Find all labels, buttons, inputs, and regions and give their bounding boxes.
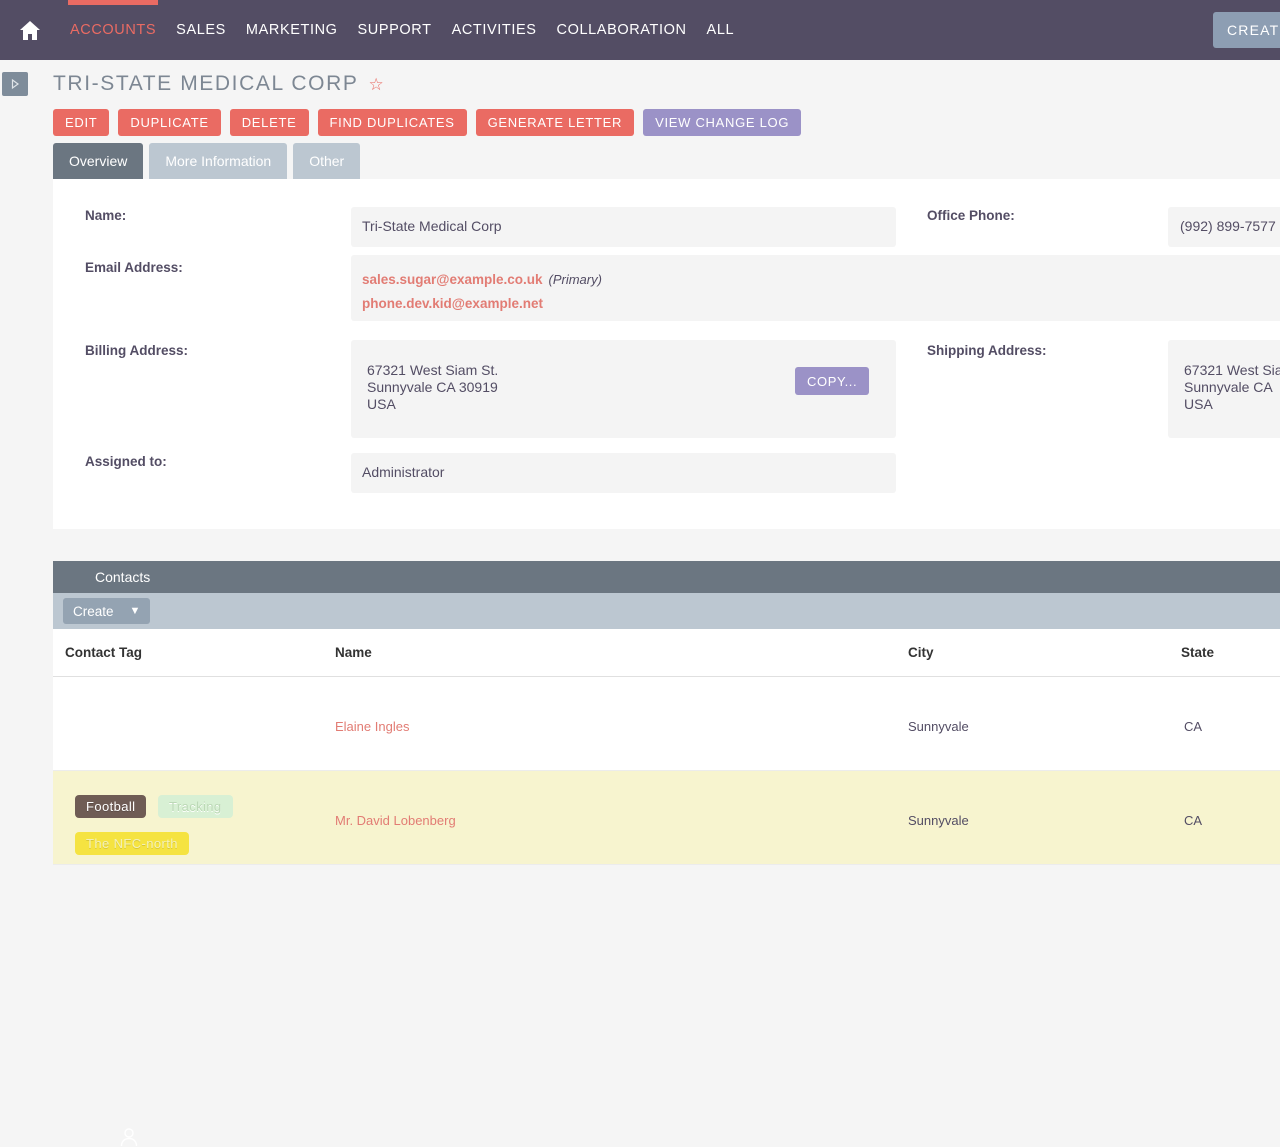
table-row[interactable]: Football Tracking The NFC-north Mr. Davi… bbox=[53, 771, 1280, 865]
office-phone-field-label: Office Phone: bbox=[927, 208, 1015, 223]
contact-name-cell: Elaine Ingles bbox=[335, 719, 409, 734]
nav-item-label: MARKETING bbox=[245, 22, 338, 38]
duplicate-button[interactable]: DUPLICATE bbox=[118, 109, 221, 136]
chevron-down-icon: ▼ bbox=[129, 605, 141, 617]
edit-button-label: EDIT bbox=[65, 115, 98, 130]
person-icon bbox=[120, 1128, 138, 1147]
office-phone-field-value-box[interactable]: (992) 899-7577 bbox=[1168, 207, 1280, 247]
assigned-to-field-label: Assigned to: bbox=[85, 454, 167, 469]
nav-item-activities[interactable]: ACTIVITIES bbox=[442, 0, 547, 60]
nav-item-label: ALL bbox=[706, 22, 735, 38]
name-field-value: Tri-State Medical Corp bbox=[362, 218, 502, 234]
nav-item-all[interactable]: ALL bbox=[697, 0, 745, 60]
tab-label: Other bbox=[309, 153, 345, 169]
email-secondary-row: phone.dev.kid@example.net bbox=[362, 295, 1280, 312]
nav-item-label: ACTIVITIES bbox=[451, 22, 537, 38]
column-header-city[interactable]: City bbox=[908, 645, 934, 660]
contacts-table-header-row: Contact Tag Name City State bbox=[53, 629, 1280, 677]
contact-state-cell: CA bbox=[1184, 813, 1203, 828]
contact-name-cell: Mr. David Lobenberg bbox=[335, 813, 456, 828]
contact-state-cell: CA bbox=[1184, 719, 1203, 734]
nav-item-label: COLLABORATION bbox=[556, 22, 687, 38]
nav-item-label: SALES bbox=[176, 22, 226, 38]
contacts-toolbar: Create ▼ bbox=[53, 593, 1280, 629]
contacts-subpanel-title: Contacts bbox=[95, 569, 151, 585]
email-field-label: Email Address: bbox=[85, 260, 183, 275]
create-button[interactable]: CREATE bbox=[1213, 12, 1280, 48]
billing-address-field-value: 67321 West Siam St. Sunnyvale CA 30919 U… bbox=[367, 362, 499, 412]
home-icon-glyph bbox=[20, 20, 40, 40]
sidebar-expand-toggle[interactable] bbox=[2, 72, 28, 96]
home-icon[interactable] bbox=[0, 0, 60, 60]
contact-name-link[interactable]: Elaine Ingles bbox=[335, 719, 409, 734]
create-button-label: CREATE bbox=[1227, 22, 1280, 38]
contacts-table: Contact Tag Name City State Elaine Ingle… bbox=[53, 629, 1280, 865]
name-field-value-box[interactable]: Tri-State Medical Corp bbox=[351, 207, 896, 247]
contact-name-link[interactable]: Mr. David Lobenberg bbox=[335, 813, 456, 828]
play-triangle-icon bbox=[11, 78, 20, 90]
tab-label: More Information bbox=[165, 153, 272, 169]
copy-address-button-label: COPY... bbox=[807, 373, 858, 389]
column-header-contact-tag[interactable]: Contact Tag bbox=[65, 645, 142, 660]
office-phone-field-value: (992) 899-7577 bbox=[1180, 218, 1276, 234]
assigned-to-field-value: Administrator bbox=[362, 464, 445, 480]
contact-tag-tracking[interactable]: Tracking bbox=[158, 795, 233, 818]
find-duplicates-button[interactable]: FIND DUPLICATES bbox=[317, 109, 467, 136]
name-field-label: Name: bbox=[85, 208, 127, 223]
star-outline-icon[interactable]: ☆ bbox=[369, 76, 386, 93]
nav-item-accounts[interactable]: ACCOUNTS bbox=[60, 0, 166, 60]
nav-item-support[interactable]: SUPPORT bbox=[348, 0, 442, 60]
billing-address-field-label: Billing Address: bbox=[85, 343, 189, 358]
page-title: TRI-STATE MEDICAL CORP ☆ bbox=[53, 72, 385, 96]
nav-item-label: SUPPORT bbox=[357, 22, 432, 38]
nav-item-sales[interactable]: SALES bbox=[166, 0, 236, 60]
shipping-address-field-label: Shipping Address: bbox=[927, 343, 1047, 358]
email-field-value-box[interactable]: sales.sugar@example.co.uk (Primary) phone… bbox=[351, 255, 1280, 321]
tab-label: Overview bbox=[69, 153, 128, 169]
contacts-subpanel: Contacts Create ▼ Contact Tag Name City … bbox=[53, 561, 1280, 1147]
top-navigation-bar: ACCOUNTS SALES MARKETING SUPPORT ACTIVIT… bbox=[0, 0, 1280, 60]
contact-tag-the-nfc-north[interactable]: The NFC-north bbox=[75, 832, 189, 855]
record-tab-bar: Overview More Information Other bbox=[53, 143, 361, 179]
tab-more-information[interactable]: More Information bbox=[149, 143, 288, 179]
contacts-subpanel-header[interactable]: Contacts bbox=[53, 561, 1280, 1147]
email-primary-row: sales.sugar@example.co.uk (Primary) bbox=[362, 271, 1280, 288]
record-name: TRI-STATE MEDICAL CORP bbox=[53, 72, 359, 95]
nav-item-marketing[interactable]: MARKETING bbox=[236, 0, 348, 60]
copy-address-button[interactable]: COPY... bbox=[795, 367, 870, 395]
delete-button-label: DELETE bbox=[241, 115, 297, 130]
delete-button[interactable]: DELETE bbox=[229, 109, 309, 136]
column-header-name[interactable]: Name bbox=[335, 645, 372, 660]
shipping-address-field-value: 67321 West Siam St. Sunnyvale CA 30919 U… bbox=[1184, 362, 1280, 412]
table-row[interactable]: Elaine Ingles Sunnyvale CA bbox=[53, 677, 1280, 771]
view-change-log-button[interactable]: VIEW CHANGE LOG bbox=[643, 109, 802, 136]
tab-overview[interactable]: Overview bbox=[53, 143, 144, 179]
email-secondary-link[interactable]: phone.dev.kid@example.net bbox=[362, 296, 543, 311]
edit-button[interactable]: EDIT bbox=[53, 109, 110, 136]
create-contact-button[interactable]: Create ▼ bbox=[63, 598, 151, 624]
column-header-state[interactable]: State bbox=[1181, 645, 1214, 660]
nav-item-label: ACCOUNTS bbox=[70, 22, 157, 38]
create-contact-button-label: Create bbox=[73, 603, 114, 619]
generate-letter-button[interactable]: GENERATE LETTER bbox=[475, 109, 635, 136]
assigned-to-field-value-box[interactable]: Administrator bbox=[351, 453, 896, 493]
contact-city-cell: Sunnyvale bbox=[908, 813, 969, 828]
record-action-bar: EDIT DUPLICATE DELETE FIND DUPLICATES GE… bbox=[53, 109, 802, 136]
shipping-address-field-value-box[interactable]: 67321 West Siam St. Sunnyvale CA 30919 U… bbox=[1168, 340, 1280, 438]
account-detail-panel: Name: Tri-State Medical Corp Office Phon… bbox=[53, 179, 1280, 529]
duplicate-button-label: DUPLICATE bbox=[130, 115, 209, 130]
email-primary-link[interactable]: sales.sugar@example.co.uk bbox=[362, 272, 543, 287]
generate-letter-button-label: GENERATE LETTER bbox=[487, 115, 623, 130]
view-change-log-button-label: VIEW CHANGE LOG bbox=[655, 115, 790, 130]
find-duplicates-button-label: FIND DUPLICATES bbox=[329, 115, 455, 130]
contact-city-cell: Sunnyvale bbox=[908, 719, 969, 734]
nav-item-collaboration[interactable]: COLLABORATION bbox=[547, 0, 697, 60]
tab-other[interactable]: Other bbox=[293, 143, 361, 179]
contact-tag-football[interactable]: Football bbox=[75, 795, 147, 818]
email-primary-badge: (Primary) bbox=[548, 272, 602, 287]
